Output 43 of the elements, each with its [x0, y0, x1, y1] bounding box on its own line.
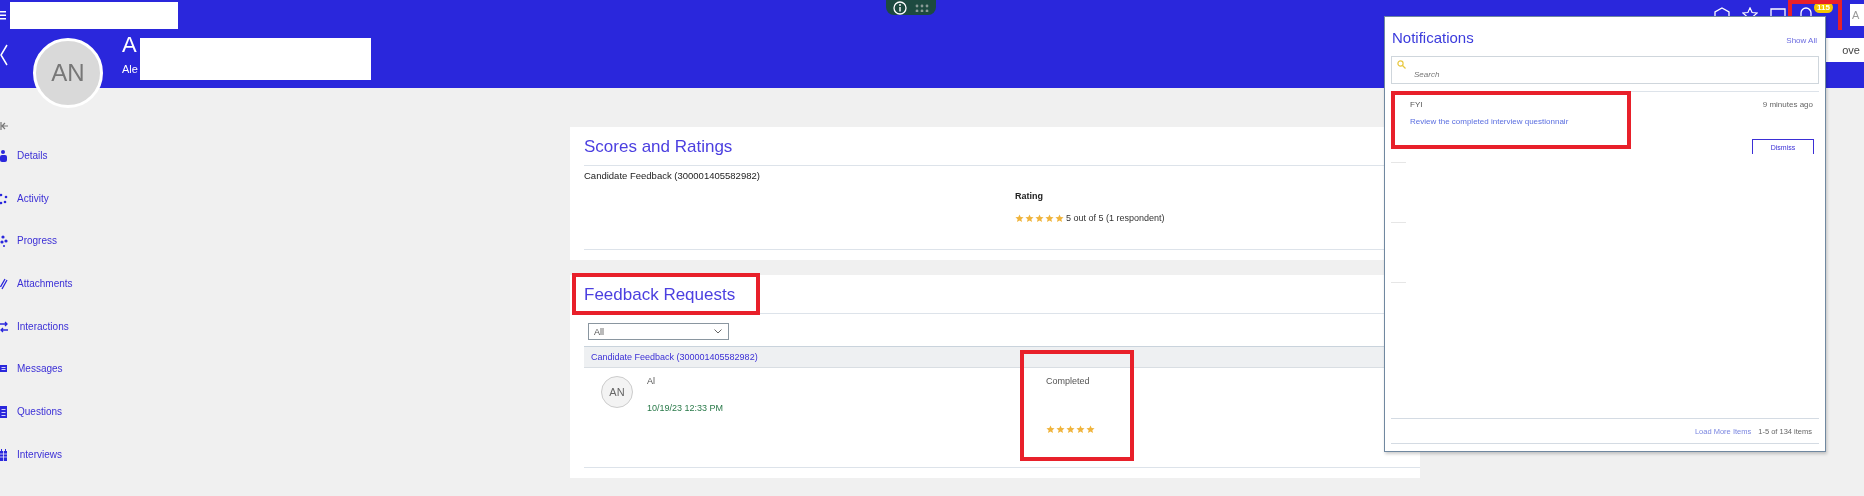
feedback-link[interactable]: Candidate Feedback (300001405582982) — [591, 352, 758, 362]
back-icon[interactable] — [0, 44, 8, 66]
section-title: Feedback Requests — [584, 285, 736, 306]
sidebar-item[interactable]: Details — [0, 150, 570, 193]
rating-label: Rating — [1015, 191, 1044, 201]
panel-title: Notifications — [1392, 29, 1474, 46]
sidebar-item[interactable]: Interactions — [0, 320, 570, 364]
progress-icon — [0, 235, 8, 248]
menu-icon[interactable] — [0, 10, 6, 20]
sidebar-item[interactable]: Messages — [0, 363, 570, 407]
search-field[interactable]: Search — [1391, 56, 1819, 84]
rating-text: 5 out of 5 (1 respondent) — [1066, 213, 1165, 223]
avatar: AN — [33, 38, 103, 108]
sidebar-item[interactable]: Activity — [0, 192, 570, 236]
sidebar-item[interactable]: Progress — [0, 235, 570, 279]
candidate-name: A — [122, 32, 138, 58]
section-title: Scores and Ratings — [584, 137, 734, 158]
collapse-icon[interactable] — [0, 122, 8, 130]
list-icon — [0, 406, 8, 419]
grid-icon[interactable] — [915, 3, 929, 12]
status-text: Completed — [1046, 376, 1091, 386]
candidate-subtitle: Ale — [122, 63, 138, 75]
request-date: 10/19/23 12:33 PM — [647, 403, 724, 413]
sidebar-item[interactable]: Interviews — [0, 448, 570, 492]
calendar-icon — [0, 448, 8, 461]
avatar: AN — [601, 376, 633, 408]
search-icon — [1397, 60, 1406, 69]
filter-dropdown[interactable]: All — [588, 323, 729, 340]
header-button[interactable]: ove — [1824, 38, 1864, 62]
person-icon — [0, 150, 8, 162]
notification-type: FYI — [1410, 100, 1423, 109]
dots-icon — [0, 192, 8, 205]
chevron-down-icon — [714, 329, 722, 334]
arrows-icon — [0, 320, 8, 333]
feedback-title: Candidate Feedback (300001405582982) — [584, 170, 761, 181]
show-all-link[interactable]: Show All — [1786, 36, 1817, 45]
reviewer-name: Al — [647, 376, 656, 386]
notification-link[interactable]: Review the completed interview questionnair — [1410, 117, 1809, 126]
notification-time: 9 minutes ago — [1762, 100, 1813, 109]
sidebar-item[interactable]: Questions — [0, 406, 570, 449]
info-icon[interactable] — [893, 0, 907, 15]
sidebar-item[interactable]: Attachments — [0, 278, 570, 321]
notification-badge: 115 — [1814, 2, 1833, 13]
